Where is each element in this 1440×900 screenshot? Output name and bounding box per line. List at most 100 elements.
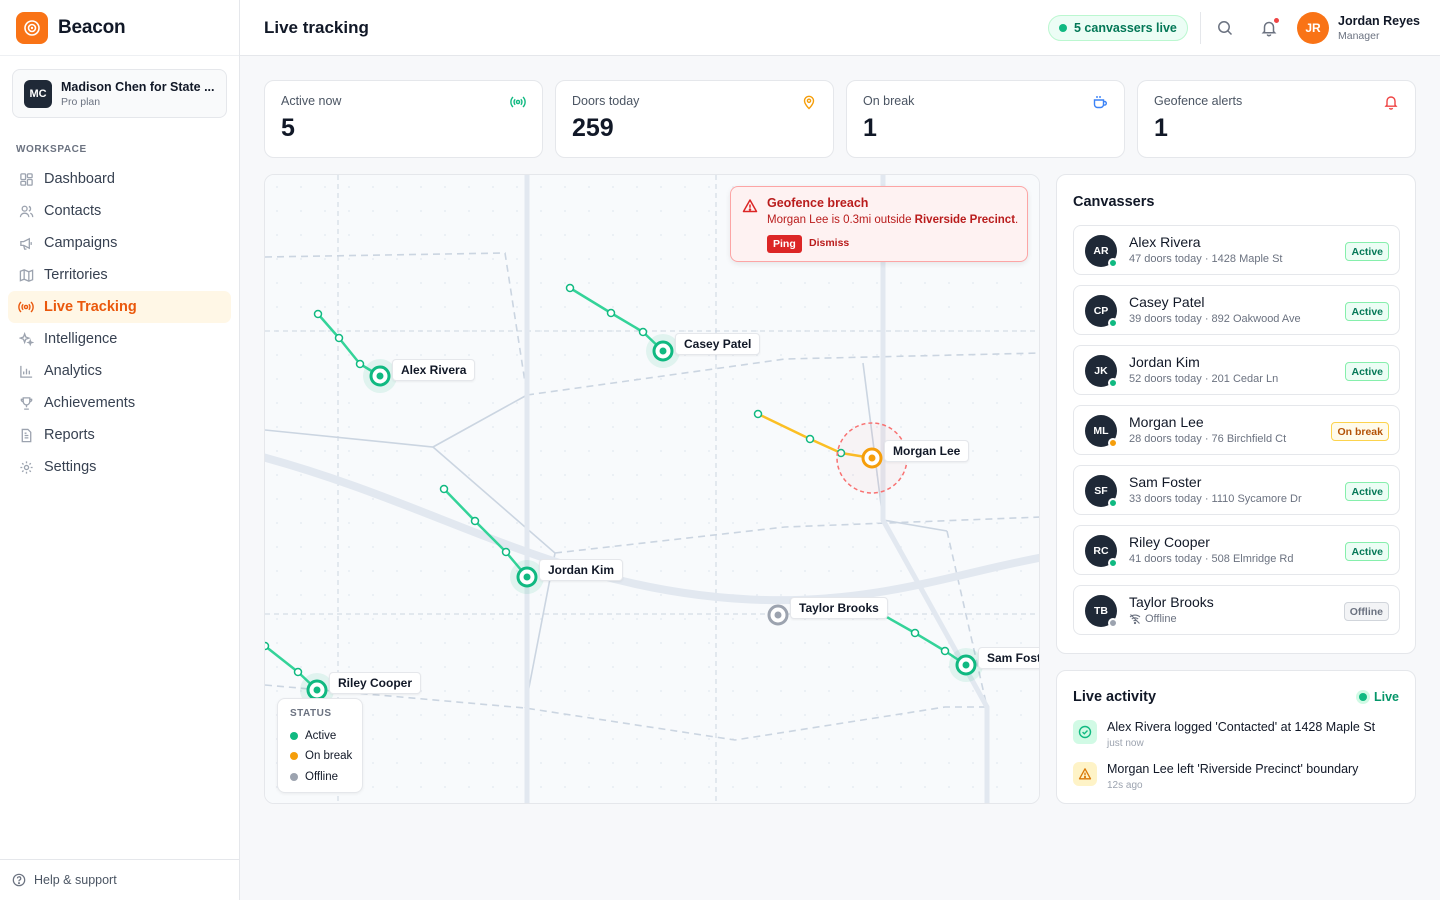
canvasser-meta: 39 doors today · 892 Oakwood Ave — [1129, 313, 1301, 325]
map-canvas — [265, 175, 1039, 803]
sidebar-item-live-tracking[interactable]: Live Tracking — [8, 291, 231, 323]
canvasser-name: Alex Rivera — [1129, 234, 1201, 250]
activity-time: 12s ago — [1107, 780, 1143, 791]
bell-icon — [1383, 94, 1399, 110]
help-support-link[interactable]: Help & support — [0, 859, 239, 900]
sidebar: Beacon MC Madison Chen for State ... Pro… — [0, 0, 240, 900]
status-dot — [1108, 318, 1118, 328]
pin-label-jordan-kim[interactable]: Jordan Kim — [539, 559, 624, 581]
sidebar-item-analytics[interactable]: Analytics — [8, 355, 231, 387]
org-avatar: MC — [24, 79, 52, 108]
brand-name: Beacon — [58, 16, 126, 38]
canvasser-row-sam-foster[interactable]: SF Sam Foster 33 doors today · 1110 Syca… — [1073, 465, 1400, 515]
sidebar-item-label: Achievements — [44, 395, 136, 411]
sidebar-item-achievements[interactable]: Achievements — [8, 387, 231, 419]
stat-card-active-now: Active now 5 — [264, 80, 543, 158]
user-name[interactable]: Jordan Reyes — [1338, 14, 1420, 28]
activity-text: Morgan Lee left 'Riverside Precinct' bou… — [1107, 762, 1359, 776]
sidebar-item-label: Campaigns — [44, 235, 118, 251]
canvasser-name: Jordan Kim — [1129, 354, 1200, 370]
pin-label-casey-patel[interactable]: Casey Patel — [675, 333, 761, 355]
sidebar-item-label: Intelligence — [44, 331, 118, 347]
sidebar-item-contacts[interactable]: Contacts — [8, 195, 231, 227]
workspace-label: WORKSPACE — [16, 144, 87, 155]
activity-title: Live activity — [1073, 689, 1157, 705]
stat-card-doors-today: Doors today 259 — [555, 80, 834, 158]
sidebar-item-label: Settings — [44, 459, 97, 475]
dismiss-button[interactable]: Dismiss — [809, 237, 849, 249]
alert-precinct: Riverside Precinct — [914, 214, 1016, 226]
sidebar-nav: Dashboard Contacts Campaigns Territories… — [0, 163, 239, 483]
alert-body: Morgan Lee is 0.3mi outside Riverside Pr… — [767, 214, 1018, 226]
pin-label-morgan-lee[interactable]: Morgan Lee — [884, 440, 970, 462]
live-canvassers-pill: 5 canvassers live — [1048, 15, 1188, 41]
warning-icon — [1073, 762, 1097, 786]
stat-value: 1 — [1154, 114, 1168, 142]
live-pill-label: 5 canvassers live — [1074, 21, 1177, 35]
canvasser-row-morgan-lee[interactable]: ML Morgan Lee 28 doors today · 76 Birchf… — [1073, 405, 1400, 455]
canvasser-row-jordan-kim[interactable]: JK Jordan Kim 52 doors today · 201 Cedar… — [1073, 345, 1400, 395]
broadcast-icon — [18, 299, 34, 315]
legend-item-active: Active — [290, 730, 336, 742]
sidebar-item-intelligence[interactable]: Intelligence — [8, 323, 231, 355]
user-avatar[interactable]: JR — [1297, 12, 1329, 44]
pin-label-alex-rivera[interactable]: Alex Rivera — [392, 359, 476, 381]
ping-button[interactable]: Ping — [767, 235, 802, 253]
grid-icon — [18, 171, 34, 187]
pin-taylor-brooks[interactable] — [767, 604, 789, 626]
legend-label: Offline — [305, 771, 339, 783]
canvasser-row-taylor-brooks[interactable]: TB Taylor Brooks Offline Offline — [1073, 585, 1400, 635]
pin-label-riley-cooper[interactable]: Riley Cooper — [329, 672, 422, 694]
sidebar-item-reports[interactable]: Reports — [8, 419, 231, 451]
gear-icon — [18, 459, 34, 475]
sidebar-item-territories[interactable]: Territories — [8, 259, 231, 291]
search-icon[interactable] — [1216, 19, 1234, 37]
page-title: Live tracking — [264, 18, 369, 37]
sidebar-item-dashboard[interactable]: Dashboard — [8, 163, 231, 195]
canvasser-name: Taylor Brooks — [1129, 594, 1214, 610]
legend-item-on-break: On break — [290, 750, 352, 762]
map-pin-icon — [801, 94, 817, 110]
file-icon — [18, 427, 34, 443]
beacon-logo-icon — [16, 11, 48, 44]
check-circle-icon — [1073, 720, 1097, 744]
sparkles-icon — [18, 331, 34, 347]
legend-dot — [290, 773, 298, 781]
sidebar-item-campaigns[interactable]: Campaigns — [8, 227, 231, 259]
sidebar-item-label: Dashboard — [44, 171, 115, 187]
status-badge: Active — [1345, 542, 1389, 561]
status-dot — [1108, 438, 1118, 448]
canvasser-row-riley-cooper[interactable]: RC Riley Cooper 41 doors today · 508 Elm… — [1073, 525, 1400, 575]
canvasser-row-casey-patel[interactable]: CP Casey Patel 39 doors today · 892 Oakw… — [1073, 285, 1400, 335]
stat-value: 259 — [572, 114, 614, 142]
legend-label: Active — [305, 730, 337, 742]
live-label: Live — [1373, 690, 1399, 704]
sidebar-item-settings[interactable]: Settings — [8, 451, 231, 483]
org-switcher[interactable]: MC Madison Chen for State ... Pro plan — [12, 69, 227, 118]
pin-label-taylor-brooks[interactable]: Taylor Brooks — [790, 597, 888, 619]
wifi-off-icon — [1129, 613, 1141, 625]
canvasser-meta: 52 doors today · 201 Cedar Ln — [1129, 373, 1279, 385]
sidebar-item-label: Analytics — [44, 363, 103, 379]
live-map[interactable]: Alex Rivera Casey Patel Morgan Lee Jorda… — [264, 174, 1040, 804]
canvasser-meta: Offline — [1129, 613, 1177, 625]
canvasser-meta: 33 doors today · 1110 Sycamore Dr — [1129, 493, 1302, 505]
stat-value: 5 — [281, 114, 295, 142]
status-badge: Active — [1345, 362, 1389, 381]
brand[interactable]: Beacon — [0, 0, 239, 56]
canvasser-meta-text: Offline — [1145, 613, 1177, 625]
canvasser-row-alex-rivera[interactable]: AR Alex Rivera 47 doors today · 1428 Map… — [1073, 225, 1400, 275]
megaphone-icon — [18, 235, 34, 251]
status-badge: Offline — [1343, 602, 1389, 621]
stat-card-on-break: On break 1 — [846, 80, 1125, 158]
header-divider — [1200, 12, 1201, 44]
pin-morgan-lee[interactable] — [861, 447, 883, 469]
stat-label: Geofence alerts — [1154, 94, 1243, 108]
org-plan: Pro plan — [61, 95, 101, 108]
status-badge: Active — [1345, 302, 1389, 321]
canvasser-name: Sam Foster — [1129, 474, 1202, 490]
pin-label-sam-foster[interactable]: Sam Foster — [978, 647, 1039, 669]
status-dot — [1108, 258, 1118, 268]
help-support-label: Help & support — [34, 873, 117, 887]
status-legend: STATUS Active On break Offline — [277, 698, 363, 793]
